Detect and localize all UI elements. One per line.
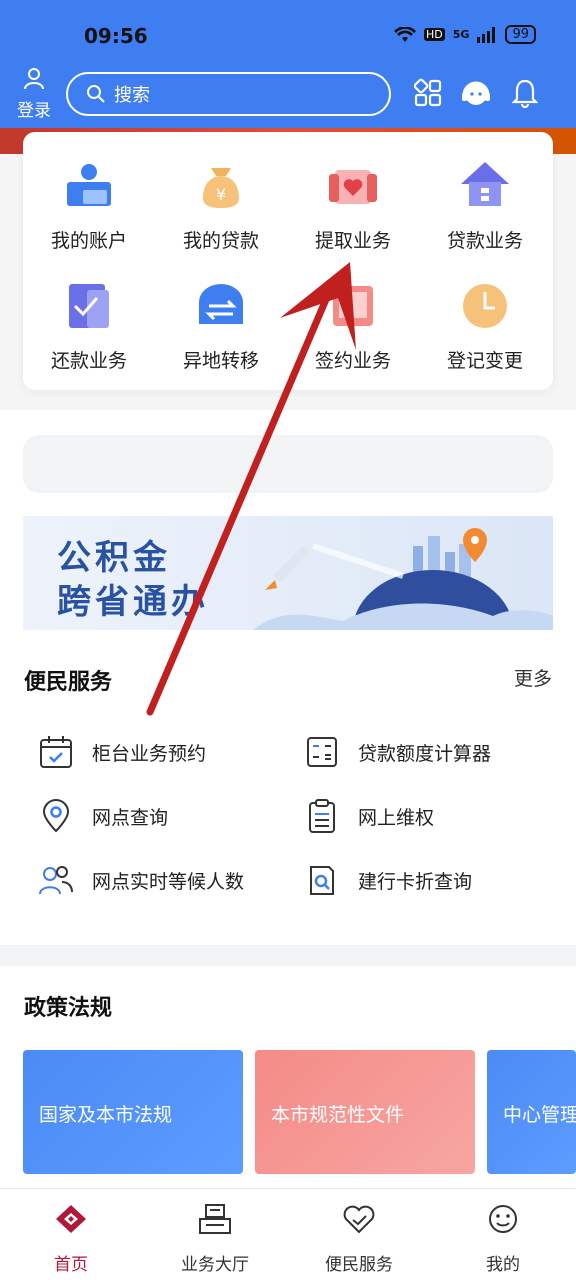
service-loan-calculator[interactable]: 贷款额度计算器 — [304, 734, 491, 770]
tab-mine[interactable]: 我的 — [448, 1203, 558, 1275]
grid-item-repayment[interactable]: 还款业务 — [23, 278, 155, 373]
hall-icon — [199, 1204, 231, 1234]
checked-doc-icon — [69, 284, 109, 328]
wifi-icon — [394, 26, 417, 42]
tab-label: 便民服务 — [325, 1255, 393, 1275]
service-card-inquiry[interactable]: 建行卡折查询 — [304, 862, 472, 898]
smile-icon — [489, 1205, 517, 1233]
grid-icon[interactable] — [414, 78, 442, 108]
policy-card-local[interactable]: 本市规范性文件 — [255, 1050, 475, 1174]
grid-item-label: 签约业务 — [314, 350, 391, 372]
service-label: 贷款额度计算器 — [358, 742, 492, 765]
grid-item-contract[interactable]: 签约业务 — [287, 278, 419, 373]
convenience-more-link[interactable]: 更多 — [514, 664, 552, 691]
notice-bar[interactable] — [23, 435, 553, 493]
heart-hand-icon — [343, 1205, 375, 1234]
tab-home[interactable]: 首页 — [16, 1203, 126, 1275]
bell-icon[interactable] — [512, 78, 538, 108]
clock-icon — [463, 284, 507, 328]
grid-item-label: 贷款业务 — [446, 230, 523, 252]
service-counter-appointment[interactable]: 柜台业务预约 — [38, 734, 206, 770]
tab-label: 我的 — [486, 1255, 520, 1275]
grid-item-label: 登记变更 — [446, 350, 523, 372]
signal-icon — [477, 26, 496, 43]
calculator-icon — [307, 737, 337, 767]
search-icon — [87, 85, 105, 103]
grid-item-label: 异地转移 — [182, 350, 259, 372]
convenience-title: 便民服务 — [24, 670, 113, 695]
network-label: 5G — [452, 28, 470, 41]
service-label: 网上维权 — [358, 806, 435, 829]
policy-card-center[interactable]: 中心管理 — [487, 1050, 576, 1174]
promo-banner[interactable]: 公积金 跨省通办 — [23, 516, 553, 630]
status-bar: 09:56 HD 5G 99 — [0, 0, 576, 60]
calendar-icon — [40, 736, 72, 768]
svg-text:¥: ¥ — [216, 185, 226, 204]
policy-card-label: 中心管理 — [503, 1104, 576, 1126]
service-label: 建行卡折查询 — [358, 870, 473, 893]
grid-item-loan-business[interactable]: 贷款业务 — [419, 158, 551, 253]
bottom-tab-bar: 首页 业务大厅 便民服务 我的 — [0, 1188, 576, 1280]
status-icons: HD 5G 99 — [394, 25, 536, 44]
grid-item-my-loan[interactable]: ¥ 我的贷款 — [155, 158, 287, 253]
service-branch-search[interactable]: 网点查询 — [38, 798, 168, 834]
policy-card-label: 国家及本市法规 — [39, 1104, 173, 1126]
service-label: 网点查询 — [92, 806, 169, 829]
hd-badge: HD — [424, 28, 445, 41]
service-waiting-count[interactable]: 网点实时等候人数 — [38, 862, 244, 898]
battery-indicator: 99 — [505, 25, 536, 44]
grid-item-label: 我的账户 — [50, 230, 127, 252]
banner-title-line1: 公积金 — [57, 538, 171, 578]
money-bag-icon: ¥ — [203, 168, 239, 208]
service-online-rights[interactable]: 网上维权 — [304, 798, 434, 834]
tab-label: 业务大厅 — [181, 1255, 249, 1275]
search-doc-icon — [310, 866, 334, 895]
grid-item-withdrawal[interactable]: 提取业务 — [287, 158, 419, 253]
customer-service-icon[interactable] — [460, 78, 492, 110]
status-time: 09:56 — [84, 24, 148, 48]
user-icon — [24, 68, 44, 90]
grid-item-label: 还款业务 — [50, 350, 127, 372]
login-button[interactable]: 登录 — [14, 66, 54, 121]
policy-title: 政策法规 — [24, 996, 113, 1021]
search-placeholder: 搜索 — [114, 85, 150, 106]
transfer-icon — [199, 284, 243, 324]
tab-label: 首页 — [54, 1255, 88, 1275]
location-icon — [42, 799, 70, 833]
account-icon — [67, 164, 111, 206]
home-logo-icon — [56, 1205, 86, 1233]
clipboard-icon — [309, 799, 335, 833]
service-label: 柜台业务预约 — [92, 742, 207, 765]
grid-item-registration-change[interactable]: 登记变更 — [419, 278, 551, 373]
grid-item-label: 提取业务 — [314, 230, 391, 252]
contract-icon — [333, 286, 373, 326]
banner-title-line2: 跨省通办 — [57, 582, 209, 622]
quick-service-grid: 我的账户 ¥ 我的贷款 提取业务 贷款业务 还款业务 异地转移 签约业务 登记变… — [23, 132, 553, 390]
login-label: 登录 — [17, 101, 51, 121]
house-icon — [461, 162, 509, 206]
policy-card-national[interactable]: 国家及本市法规 — [23, 1050, 243, 1174]
search-input[interactable]: 搜索 — [66, 72, 391, 116]
tab-convenience[interactable]: 便民服务 — [304, 1203, 414, 1275]
heart-gift-icon — [329, 170, 377, 204]
grid-item-my-account[interactable]: 我的账户 — [23, 158, 155, 253]
policy-card-label: 本市规范性文件 — [271, 1104, 405, 1126]
tab-business-hall[interactable]: 业务大厅 — [160, 1203, 270, 1275]
service-label: 网点实时等候人数 — [92, 870, 245, 893]
grid-item-label: 我的贷款 — [182, 230, 259, 252]
banner-illustration — [253, 528, 553, 630]
grid-item-transfer[interactable]: 异地转移 — [155, 278, 287, 373]
people-icon — [39, 866, 73, 895]
